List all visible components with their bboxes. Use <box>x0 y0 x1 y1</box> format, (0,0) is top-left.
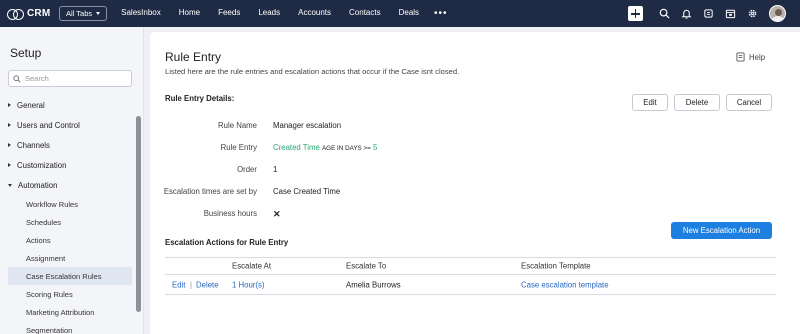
row-action-separator: | <box>190 280 193 289</box>
sidebar-item-workflow-rules[interactable]: Workflow Rules <box>0 195 132 213</box>
escalate-at-value[interactable]: 1 Hour(s) <box>232 280 265 289</box>
table-row: Edit | Delete 1 Hour(s) Amelia Burrows C… <box>165 275 776 295</box>
search-input[interactable] <box>25 74 125 83</box>
sidebar-item-scoring-rules[interactable]: Scoring Rules <box>0 285 132 303</box>
order-label: Order <box>237 165 257 174</box>
escalation-times-label: Escalation times are set by <box>163 187 257 196</box>
rule-entry-panel: Rule Entry Listed here are the rule entr… <box>150 32 800 334</box>
detail-row-business-hours: Business hours ✕ <box>150 209 800 221</box>
delete-button[interactable]: Delete <box>674 94 720 111</box>
row-edit-link[interactable]: Edit <box>172 280 185 289</box>
sidebar-category-customization[interactable]: Customization <box>0 155 134 175</box>
detail-row-rule-name: Rule Name Manager escalation <box>150 121 800 133</box>
sidebar-item-segmentation[interactable]: Segmentation <box>0 321 132 334</box>
escalation-actions-title: Escalation Actions for Rule Entry <box>165 238 289 247</box>
sidebar-scrollbar[interactable] <box>136 90 141 334</box>
sidebar-item-assignment[interactable]: Assignment <box>0 249 132 267</box>
add-icon[interactable] <box>628 6 643 21</box>
help-link[interactable]: Help <box>736 52 765 62</box>
topbar-actions <box>628 0 800 27</box>
page-description: Listed here are the rule entries and esc… <box>165 67 460 76</box>
sidebar-scrollbar-thumb[interactable] <box>136 116 141 312</box>
sidebar-category-label: Automation <box>18 180 58 190</box>
sidebar-category-label: General <box>17 100 45 110</box>
tab-home[interactable]: Home <box>170 8 209 19</box>
rule-entry-details-title: Rule Entry Details: <box>165 94 235 103</box>
all-tabs-dropdown[interactable]: All Tabs <box>59 6 108 21</box>
sidebar-search[interactable] <box>8 70 132 87</box>
escalate-to-value: Amelia Burrows <box>346 280 401 289</box>
setup-menu: General Users and Control Channels Custo… <box>0 95 134 334</box>
rule-entry-criteria: AGE IN DAYS >= <box>321 145 371 152</box>
module-tabs: SalesInbox Home Feeds Leads Accounts Con… <box>115 8 453 19</box>
sidebar-category-label: Customization <box>17 160 67 170</box>
help-label: Help <box>749 52 766 62</box>
sidebar-item-case-escalation-rules[interactable]: Case Escalation Rules <box>8 267 132 285</box>
app-name: CRM <box>27 8 51 19</box>
chevron-right-icon <box>8 163 11 167</box>
page-title: Rule Entry <box>165 50 222 64</box>
feedback-icon[interactable] <box>697 0 719 27</box>
sidebar-category-label: Users and Control <box>17 120 80 130</box>
rule-name-label: Rule Name <box>218 121 257 130</box>
rule-entry-value: Created Time AGE IN DAYS >= 5 <box>273 143 377 152</box>
sidebar-item-actions[interactable]: Actions <box>0 231 132 249</box>
sidebar-category-channels[interactable]: Channels <box>0 135 134 155</box>
column-header-escalate-to: Escalate To <box>346 261 387 271</box>
help-icon <box>736 52 745 62</box>
column-header-escalate-at: Escalate At <box>232 261 272 271</box>
cancel-button[interactable]: Cancel <box>726 94 772 111</box>
sidebar-category-users-and-control[interactable]: Users and Control <box>0 115 134 135</box>
rule-entry-threshold: 5 <box>373 143 378 152</box>
search-icon[interactable] <box>653 0 675 27</box>
tab-leads[interactable]: Leads <box>249 8 289 19</box>
tab-contacts[interactable]: Contacts <box>340 8 390 19</box>
chevron-right-icon <box>8 123 11 127</box>
rule-entry-label: Rule Entry <box>220 143 257 152</box>
column-header-escalation-template: Escalation Template <box>521 261 591 271</box>
bell-icon[interactable] <box>675 0 697 27</box>
search-icon <box>13 74 21 83</box>
user-avatar[interactable] <box>769 5 786 22</box>
tab-feeds[interactable]: Feeds <box>209 8 249 19</box>
detail-row-escalation-times: Escalation times are set by Case Created… <box>150 187 800 199</box>
all-tabs-label: All Tabs <box>66 9 93 18</box>
chevron-right-icon <box>8 103 11 107</box>
tab-deals[interactable]: Deals <box>390 8 428 19</box>
sidebar-category-automation[interactable]: Automation <box>0 175 134 195</box>
row-delete-link[interactable]: Delete <box>196 280 219 289</box>
setup-sidebar: Setup General Users and Control Channels… <box>0 27 144 334</box>
setup-title: Setup <box>10 46 42 60</box>
escalation-template-link[interactable]: Case escalation template <box>521 280 609 289</box>
tab-salesinbox[interactable]: SalesInbox <box>115 8 170 19</box>
detail-row-order: Order 1 <box>150 165 800 177</box>
chevron-down-icon <box>8 183 12 187</box>
detail-row-rule-entry: Rule Entry Created Time AGE IN DAYS >= 5 <box>150 143 800 155</box>
chevron-right-icon <box>8 143 11 147</box>
sidebar-item-schedules[interactable]: Schedules <box>0 213 132 231</box>
rule-entry-field: Created Time <box>273 143 320 152</box>
tab-accounts[interactable]: Accounts <box>289 8 340 19</box>
escalation-actions-table: Escalate At Escalate To Escalation Templ… <box>165 257 776 295</box>
rule-name-value: Manager escalation <box>273 121 342 130</box>
chevron-down-icon <box>96 12 101 15</box>
calendar-icon[interactable] <box>719 0 741 27</box>
new-escalation-action-button[interactable]: New Escalation Action <box>671 222 772 239</box>
sidebar-item-marketing-attribution[interactable]: Marketing Attribution <box>0 303 132 321</box>
escalation-times-value: Case Created Time <box>273 187 341 196</box>
gear-icon[interactable] <box>741 0 763 27</box>
business-hours-disabled-icon: ✕ <box>273 209 281 219</box>
crm-logo-icon <box>7 9 24 20</box>
crm-logo[interactable]: CRM <box>7 8 53 20</box>
top-navigation-bar: CRM All Tabs SalesInbox Home Feeds Leads… <box>0 0 800 27</box>
more-tabs-icon[interactable]: ••• <box>428 8 454 19</box>
business-hours-label: Business hours <box>203 209 257 218</box>
sidebar-category-general[interactable]: General <box>0 95 134 115</box>
table-header: Escalate At Escalate To Escalation Templ… <box>165 257 776 275</box>
order-value: 1 <box>273 165 278 174</box>
edit-button[interactable]: Edit <box>632 94 668 111</box>
sidebar-category-label: Channels <box>17 140 50 150</box>
